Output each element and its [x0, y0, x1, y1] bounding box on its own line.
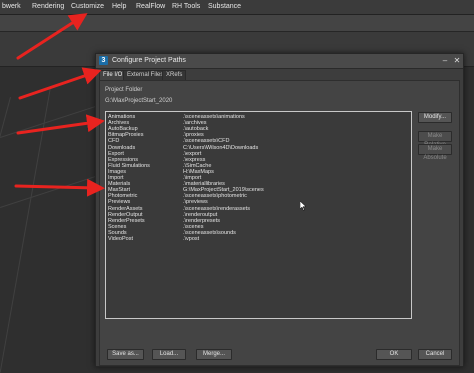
path-value: .\export	[183, 150, 202, 157]
path-name: RenderOutput	[108, 211, 143, 218]
file-io-panel: Project Folder G:\MaxProjectStart_2020 A…	[99, 80, 460, 366]
list-item[interactable]: Sounds .\sceneassets\sounds	[106, 230, 411, 236]
path-name: Archives	[108, 120, 130, 127]
menu-item-rh-tools[interactable]: RH Tools	[172, 3, 200, 10]
make-relative-button[interactable]: Make Relative	[418, 131, 452, 148]
path-name: VideoPost	[108, 236, 133, 242]
path-name: Expressions	[108, 156, 138, 163]
list-item[interactable]: BitmapProxies .\proxies	[106, 132, 411, 138]
path-value: .\scenes	[183, 223, 204, 230]
path-value: .\renderpresets	[183, 217, 220, 224]
path-value: .\import	[183, 175, 202, 181]
path-value: .\renderoutput	[183, 211, 218, 218]
path-name: RenderAssets	[108, 205, 143, 212]
path-name: Downloads	[108, 144, 136, 151]
path-name: Animations	[108, 114, 136, 120]
dialog-title: Configure Project Paths	[112, 57, 186, 64]
tab-external-files[interactable]: External Files	[123, 70, 166, 80]
list-item[interactable]: Animations .\sceneassets\animations	[106, 114, 411, 120]
close-icon[interactable]: ✕	[452, 56, 462, 66]
path-value: .\sceneassets\renderassets	[183, 205, 250, 212]
save-as-button[interactable]: Save as...	[107, 349, 144, 360]
list-item[interactable]: RenderAssets .\sceneassets\renderassets	[106, 206, 411, 212]
path-name: Previews	[108, 199, 131, 206]
minimize-icon[interactable]: –	[440, 56, 450, 66]
project-folder-path: G:\MaxProjectStart_2020	[105, 98, 173, 104]
path-value: .\sceneassets\animations	[183, 114, 245, 120]
tab-xrefs[interactable]: XRefs	[162, 70, 186, 80]
list-item[interactable]: Downloads C:\Users\Wilson4D\Downloads	[106, 145, 411, 151]
make-absolute-button[interactable]: Make Absolute	[418, 144, 452, 161]
path-name: CFD	[108, 138, 120, 145]
path-name: Photometric	[108, 193, 138, 200]
list-item[interactable]: Previews .\previews	[106, 199, 411, 205]
path-name: Sounds	[108, 229, 127, 236]
list-item[interactable]: Fluid Simulations .\SimCache	[106, 163, 411, 169]
path-name: Materials	[108, 181, 131, 188]
load-button[interactable]: Load...	[152, 349, 186, 360]
path-value: .\SimCache	[183, 162, 212, 169]
path-value: .\vpost	[183, 236, 200, 242]
path-name: Fluid Simulations	[108, 162, 150, 169]
path-name: AutoBackup	[108, 126, 138, 133]
project-folder-label: Project Folder	[105, 87, 143, 93]
main-menubar: bwerk Rendering Customize Help RealFlow …	[0, 0, 474, 15]
list-item[interactable]: Scenes .\scenes	[106, 224, 411, 230]
list-item[interactable]: Images H:\MaxMaps	[106, 169, 411, 175]
menu-item-customize[interactable]: Customize	[71, 3, 104, 10]
path-value: .\archives	[183, 120, 207, 127]
path-value: .\sceneassets\photometric	[183, 193, 247, 200]
path-name: Scenes	[108, 223, 127, 230]
menu-item-realflow[interactable]: RealFlow	[136, 3, 165, 10]
cancel-button[interactable]: Cancel	[418, 349, 452, 360]
grid-line	[0, 87, 51, 373]
list-item[interactable]: Photometric .\sceneassets\photometric	[106, 193, 411, 199]
path-value: .\express	[183, 156, 206, 163]
list-item[interactable]: AutoBackup .\autoback	[106, 126, 411, 132]
grid-line	[0, 106, 96, 138]
menu-item-substance[interactable]: Substance	[208, 3, 241, 10]
path-value: .\sceneassets\CFD	[183, 138, 230, 145]
path-value: .\previews	[183, 199, 208, 206]
dialog-titlebar[interactable]: 3 Configure Project Paths – ✕	[96, 54, 463, 69]
list-item[interactable]: Archives .\archives	[106, 120, 411, 126]
menu-item-rendering[interactable]: Rendering	[32, 3, 64, 10]
grid-line	[0, 97, 11, 368]
path-value: .\proxies	[183, 132, 204, 139]
list-item[interactable]: RenderOutput .\renderoutput	[106, 212, 411, 218]
list-item[interactable]: Materials .\materiallibraries	[106, 181, 411, 187]
list-item[interactable]: CFD .\sceneassets\CFD	[106, 138, 411, 144]
path-name: Images	[108, 168, 127, 175]
path-value: G:\MaxProjectStart_2019\scenes	[183, 187, 264, 194]
main-toolbar	[0, 15, 474, 32]
merge-button[interactable]: Merge...	[196, 349, 232, 360]
paths-list[interactable]: Animations .\sceneassets\animations Archiv…	[105, 111, 412, 319]
list-item[interactable]: VideoPost .\vpost	[106, 236, 411, 242]
modify-button[interactable]: Modify...	[418, 112, 452, 123]
list-item[interactable]: RenderPresets .\renderpresets	[106, 218, 411, 224]
list-item[interactable]: Expressions .\express	[106, 157, 411, 163]
path-name: Import	[108, 175, 124, 181]
menu-item-animation[interactable]: bwerk	[2, 3, 21, 10]
list-item[interactable]: MaxStart G:\MaxProjectStart_2019\scenes	[106, 187, 411, 193]
list-item[interactable]: Export .\export	[106, 151, 411, 157]
menu-item-help[interactable]: Help	[112, 3, 126, 10]
app-icon: 3	[99, 56, 108, 65]
path-value: .\sceneassets\sounds	[183, 229, 236, 236]
path-value: C:\Users\Wilson4D\Downloads	[183, 144, 259, 151]
list-item[interactable]: Import .\import	[106, 175, 411, 181]
grid-line	[0, 176, 96, 208]
mouse-cursor-icon	[300, 201, 307, 211]
configure-project-paths-dialog: 3 Configure Project Paths – ✕ File I/O E…	[95, 53, 464, 367]
path-name: Export	[108, 150, 124, 157]
path-name: BitmapProxies	[108, 132, 144, 139]
ok-button[interactable]: OK	[376, 349, 412, 360]
path-name: RenderPresets	[108, 217, 145, 224]
path-name: MaxStart	[108, 187, 131, 194]
path-value: .\materiallibraries	[183, 181, 225, 188]
path-value: H:\MaxMaps	[183, 168, 214, 175]
path-value: .\autoback	[183, 126, 209, 133]
